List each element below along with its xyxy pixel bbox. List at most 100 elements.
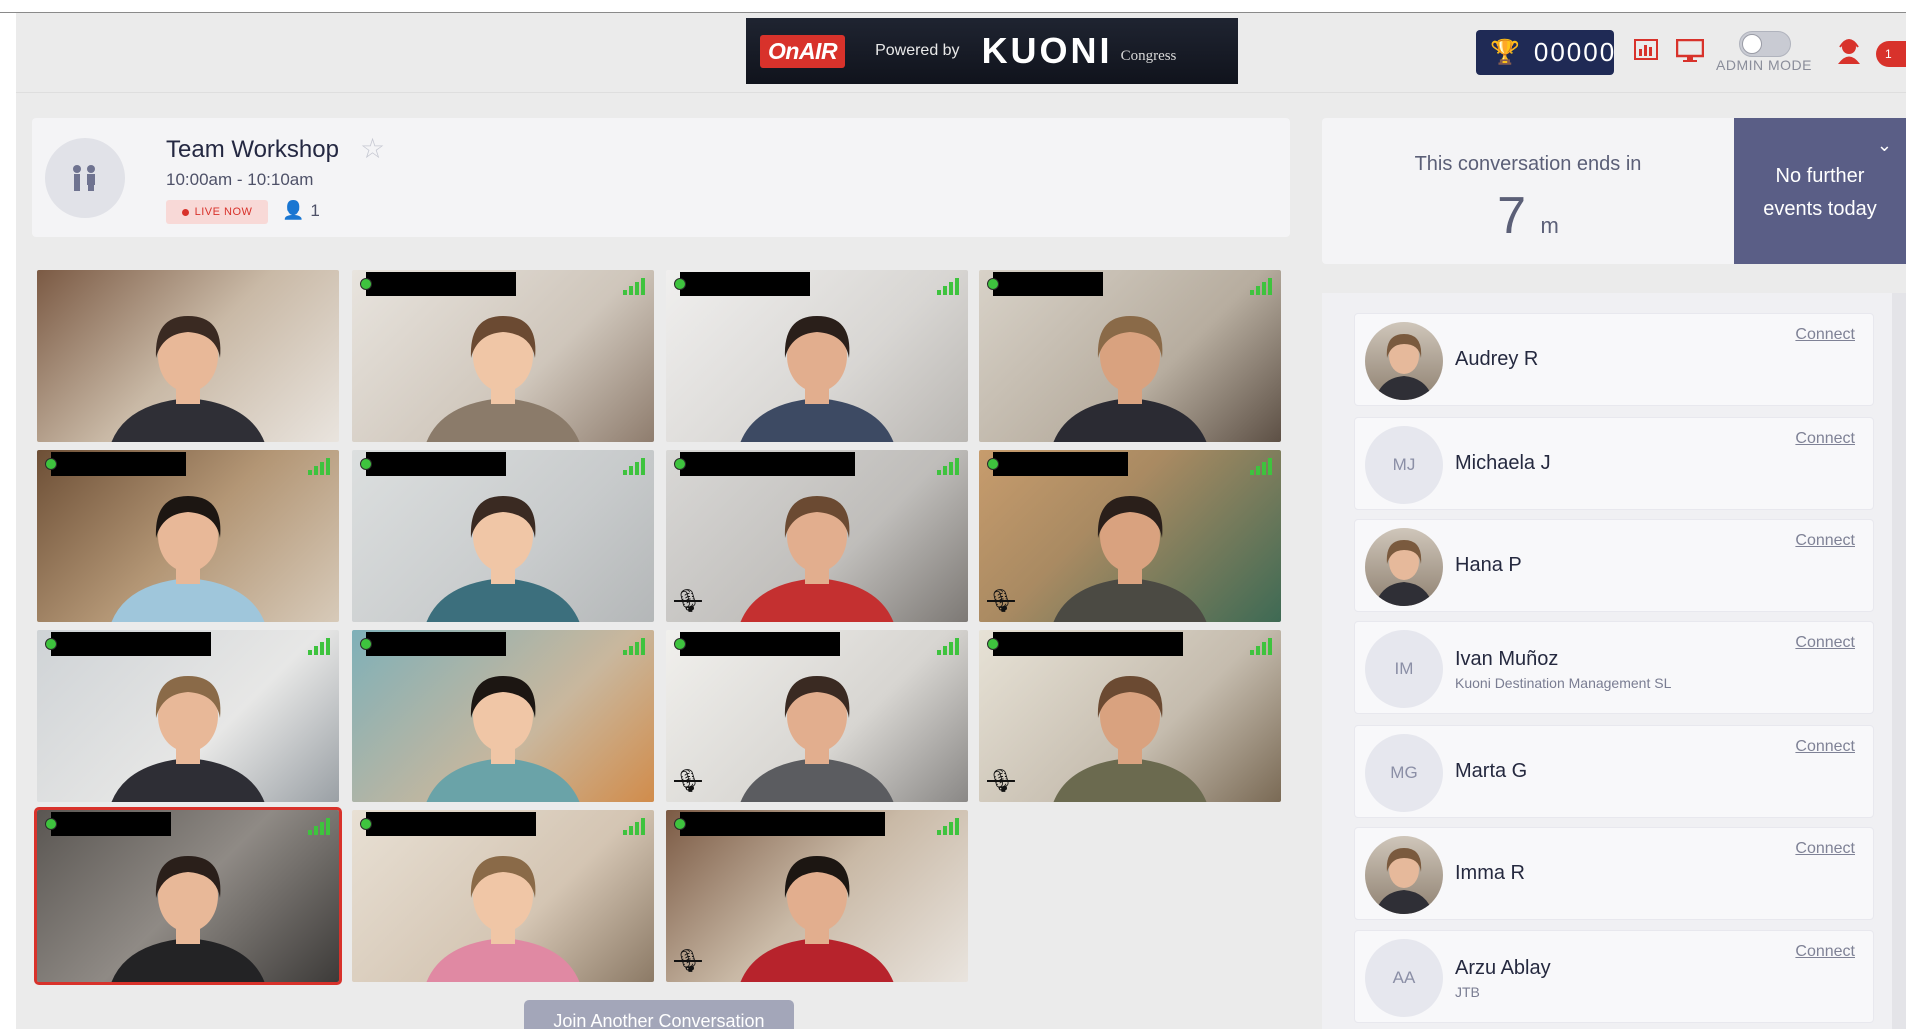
redacted-name	[680, 632, 840, 656]
live-now-badge: LIVE NOW	[166, 200, 268, 224]
join-another-conversation-button[interactable]: Join Another Conversation	[524, 1000, 794, 1029]
mic-muted-icon: 🎙	[674, 948, 702, 973]
attendee-name: Hana P	[1455, 554, 1522, 576]
leaderboard-icon[interactable]	[1634, 39, 1658, 61]
connect-link[interactable]: Connect	[1795, 326, 1855, 344]
connect-link[interactable]: Connect	[1795, 634, 1855, 652]
mic-muted-icon: 🎙	[674, 588, 702, 613]
favorite-star-icon[interactable]: ☆	[360, 132, 385, 165]
mic-muted-icon: 🎙	[987, 768, 1015, 793]
signal-strength-icon	[937, 818, 959, 835]
attendee-card[interactable]: IM Ivan Muñoz Kuoni Destination Management…	[1354, 621, 1874, 714]
signal-strength-icon	[1250, 278, 1272, 295]
header-bar: OnAIR Powered by KUONI Congress 🏆 00000 …	[16, 13, 1906, 93]
attendee-name: Arzu Ablay	[1455, 957, 1551, 979]
screen-share-icon[interactable]	[1676, 39, 1704, 63]
online-status-icon	[987, 278, 999, 290]
video-tile[interactable]	[34, 807, 342, 985]
attendee-initials-avatar: MJ	[1365, 426, 1443, 504]
redacted-name	[366, 812, 536, 836]
points-button[interactable]: 🏆 00000	[1476, 30, 1614, 75]
mic-muted-icon: 🎙	[987, 588, 1015, 613]
signal-strength-icon	[623, 818, 645, 835]
attendee-name: Ivan Muñoz	[1455, 648, 1559, 670]
trophy-icon: 🏆	[1490, 39, 1522, 66]
session-card: Team Workshop ☆ 10:00am - 10:10am LIVE N…	[32, 118, 1290, 237]
signal-strength-icon	[308, 818, 330, 835]
participant-video	[426, 676, 580, 802]
video-tile[interactable]	[352, 810, 654, 982]
live-dot-icon	[181, 208, 189, 216]
signal-strength-icon	[937, 278, 959, 295]
video-tile[interactable]: 🎙	[979, 450, 1281, 622]
app-window: OnAIR Powered by KUONI Congress 🏆 00000 …	[16, 13, 1906, 1029]
participant-video	[740, 676, 894, 802]
video-tile[interactable]: 🎙	[666, 450, 968, 622]
video-tile[interactable]	[352, 450, 654, 622]
video-tile[interactable]: 🎙	[666, 630, 968, 802]
online-status-icon	[987, 638, 999, 650]
online-status-icon	[674, 638, 686, 650]
attendee-card[interactable]: MG Marta G Connect	[1354, 725, 1874, 818]
attendee-organization: JTB	[1455, 984, 1480, 1000]
participant-video	[111, 316, 265, 442]
signal-strength-icon	[623, 638, 645, 655]
online-status-icon	[674, 818, 686, 830]
video-tile[interactable]	[37, 450, 339, 622]
attendee-card[interactable]: Imma R Connect	[1354, 827, 1874, 920]
video-tile[interactable]	[352, 270, 654, 442]
participant-video	[111, 496, 265, 622]
online-status-icon	[360, 278, 372, 290]
admin-mode-label: ADMIN MODE	[1716, 57, 1812, 73]
participant-video	[426, 856, 580, 982]
participant-video	[426, 496, 580, 622]
points-value: 00000	[1533, 37, 1617, 67]
connect-link[interactable]: Connect	[1795, 738, 1855, 756]
no-further-line-1: No further	[1775, 165, 1865, 187]
attendee-card[interactable]: AA Arzu Ablay JTB Connect	[1354, 930, 1874, 1023]
admin-mode-toggle[interactable]	[1739, 31, 1791, 57]
session-title: Team Workshop	[166, 136, 339, 163]
video-tile[interactable]	[37, 630, 339, 802]
connect-link[interactable]: Connect	[1795, 943, 1855, 961]
attendee-card[interactable]: MJ Michaela J Connect	[1354, 417, 1874, 510]
no-further-line-2: events today	[1763, 198, 1877, 220]
redacted-name	[680, 812, 885, 836]
signal-strength-icon	[1250, 638, 1272, 655]
redacted-name	[51, 452, 186, 476]
video-tile[interactable]	[666, 270, 968, 442]
participant-video	[111, 856, 265, 982]
participant-video	[740, 316, 894, 442]
participant-video	[1053, 316, 1207, 442]
online-status-icon	[674, 458, 686, 470]
redacted-name	[680, 272, 810, 296]
redacted-name	[51, 632, 211, 656]
online-status-icon	[45, 458, 57, 470]
attendee-initials-avatar: MG	[1365, 734, 1443, 812]
attendee-card[interactable]: Hana P Connect	[1354, 519, 1874, 612]
support-agent-icon[interactable]	[1836, 37, 1862, 65]
connect-link[interactable]: Connect	[1795, 840, 1855, 858]
online-status-icon	[45, 638, 57, 650]
toggle-knob	[1742, 34, 1762, 54]
countdown-label: This conversation ends in	[1414, 153, 1642, 175]
redacted-name	[51, 812, 171, 836]
redacted-name	[366, 452, 506, 476]
kuoni-logo: KUONI	[981, 30, 1113, 71]
video-tile[interactable]	[37, 270, 339, 442]
chevron-down-icon[interactable]: ⌄	[1877, 136, 1892, 154]
signal-strength-icon	[308, 458, 330, 475]
video-tile[interactable]: 🎙	[979, 630, 1281, 802]
list-scroll-edge[interactable]	[1892, 293, 1906, 1029]
connect-link[interactable]: Connect	[1795, 430, 1855, 448]
attendee-name: Marta G	[1455, 760, 1528, 782]
video-tile[interactable]	[979, 270, 1281, 442]
attendee-name: Audrey R	[1455, 348, 1539, 370]
next-events-panel[interactable]: ⌄ No further events today	[1734, 118, 1906, 264]
connect-link[interactable]: Connect	[1795, 532, 1855, 550]
attendee-card[interactable]: Audrey R Connect	[1354, 313, 1874, 406]
notification-badge[interactable]: 1	[1876, 41, 1906, 67]
video-tile[interactable]	[352, 630, 654, 802]
countdown-number: 7	[1497, 187, 1527, 245]
video-tile[interactable]: 🎙	[666, 810, 968, 982]
